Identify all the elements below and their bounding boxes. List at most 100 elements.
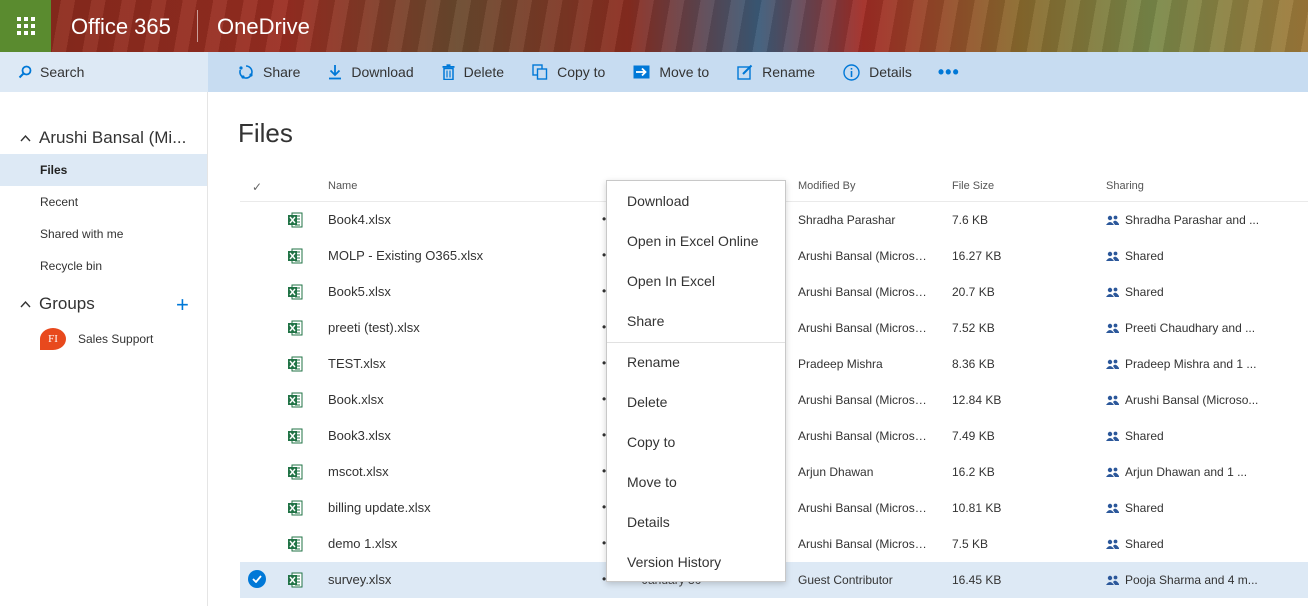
excel-file-icon [288,464,303,480]
move-to-label: Move to [659,64,710,80]
copy-to-button[interactable]: Copy to [532,64,605,80]
menu-item-rename[interactable]: Rename [607,342,785,382]
file-name[interactable]: Book.xlsx [328,392,384,407]
file-name[interactable]: mscot.xlsx [328,464,389,479]
menu-item-delete[interactable]: Delete [607,382,785,422]
file-name[interactable]: Book3.xlsx [328,428,391,443]
nav-item-files[interactable]: Files [0,154,207,186]
file-size: 16.27 KB [952,249,1002,263]
app-launcher-button[interactable] [0,0,51,52]
context-menu: Download Open in Excel Online Open In Ex… [606,180,786,582]
search-box[interactable]: Search [0,52,208,92]
nav-item-shared-with-me[interactable]: Shared with me [0,218,207,250]
file-name[interactable]: preeti (test).xlsx [328,320,420,335]
file-size: 20.7 KB [952,285,995,299]
share-button[interactable]: Share [238,64,300,80]
sharing-label: Pooja Sharma and 4 m... [1125,573,1258,587]
people-icon [1106,359,1119,369]
delete-button[interactable]: Delete [442,64,504,80]
chevron-up-icon [20,300,31,308]
sharing-label: Shared [1125,429,1164,443]
column-header-modified-by[interactable]: Modified By [798,180,855,192]
menu-item-details[interactable]: Details [607,502,785,542]
groups-section-toggle[interactable]: Groups [20,294,95,314]
delete-icon [442,64,455,80]
file-size: 7.52 KB [952,321,995,335]
sharing-status[interactable]: Pradeep Mishra and 1 ... [1106,357,1266,371]
excel-file-icon [288,572,303,588]
menu-item-move-to[interactable]: Move to [607,462,785,502]
people-icon [1106,287,1119,297]
menu-item-open-in-excel[interactable]: Open In Excel [607,261,785,301]
file-size: 7.5 KB [952,537,989,551]
select-all-checkbox[interactable]: ✓ [252,180,262,194]
menu-item-copy-to[interactable]: Copy to [607,422,785,462]
menu-item-version-history[interactable]: Version History [607,542,785,582]
chevron-up-icon [20,134,31,142]
download-button[interactable]: Download [328,64,414,80]
move-icon [633,65,650,79]
column-header-name[interactable]: Name [328,180,357,192]
add-group-button[interactable]: + [176,294,189,316]
column-header-sharing[interactable]: Sharing [1106,180,1144,192]
sharing-label: Shared [1125,249,1164,263]
file-name[interactable]: billing update.xlsx [328,500,431,515]
sharing-label: Arjun Dhawan and 1 ... [1125,465,1248,479]
modified-by: Arushi Bansal (Microso... [798,537,930,551]
excel-file-icon [288,392,303,408]
details-button[interactable]: Details [843,63,912,81]
app-title[interactable]: OneDrive [217,14,310,40]
file-name[interactable]: Book4.xlsx [328,212,391,227]
sharing-label: Shared [1125,537,1164,551]
sharing-label: Pradeep Mishra and 1 ... [1125,357,1257,371]
file-name[interactable]: Book5.xlsx [328,284,391,299]
brand-title[interactable]: Office 365 [71,14,171,40]
rename-button[interactable]: Rename [737,64,815,80]
nav-item-label: Shared with me [40,227,124,241]
sharing-status[interactable]: Shradha Parashar and ... [1106,213,1266,227]
sharing-label: Shared [1125,501,1164,515]
people-icon [1106,395,1119,405]
file-name[interactable]: TEST.xlsx [328,356,386,371]
sharing-status[interactable]: Shared [1106,249,1266,263]
people-icon [1106,467,1119,477]
excel-file-icon [288,428,303,444]
more-options-button[interactable]: ••• [938,62,960,83]
sharing-status[interactable]: Shared [1106,501,1266,515]
sharing-status[interactable]: Shared [1106,537,1266,551]
menu-item-open-in-excel-online[interactable]: Open in Excel Online [607,221,785,261]
menu-item-share[interactable]: Share [607,301,785,341]
copy-icon [532,64,548,80]
selected-check-icon[interactable] [248,570,266,588]
people-icon [1106,503,1119,513]
modified-by: Arushi Bansal (Microso... [798,321,930,335]
modified-by: Arushi Bansal (Microso... [798,501,930,515]
user-name: Arushi Bansal (Mi... [39,128,187,147]
sharing-status[interactable]: Arushi Bansal (Microso... [1106,393,1266,407]
nav-item-recycle-bin[interactable]: Recycle bin [0,250,207,282]
excel-file-icon [288,284,303,300]
sharing-status[interactable]: Shared [1106,285,1266,299]
people-icon [1106,215,1119,225]
menu-item-download[interactable]: Download [607,181,785,221]
file-size: 16.2 KB [952,465,995,479]
sharing-status[interactable]: Pooja Sharma and 4 m... [1106,573,1266,587]
sharing-status[interactable]: Shared [1106,429,1266,443]
file-name[interactable]: survey.xlsx [328,572,391,587]
move-to-button[interactable]: Move to [633,64,709,80]
search-label: Search [40,64,85,80]
info-icon [843,63,860,81]
file-name[interactable]: MOLP - Existing O365.xlsx [328,248,483,263]
nav-item-recent[interactable]: Recent [0,186,207,218]
nav-item-label: Recycle bin [40,259,103,273]
group-sales-support[interactable]: FI Sales Support [40,328,153,350]
sharing-status[interactable]: Arjun Dhawan and 1 ... [1106,465,1266,479]
file-name[interactable]: demo 1.xlsx [328,536,397,551]
excel-file-icon [288,536,303,552]
rename-label: Rename [762,64,816,80]
excel-file-icon [288,212,303,228]
user-section-toggle[interactable]: Arushi Bansal (Mi... [20,128,186,148]
column-header-file-size[interactable]: File Size [952,180,994,192]
suite-header: Office 365 OneDrive [0,0,1308,52]
sharing-status[interactable]: Preeti Chaudhary and ... [1106,321,1266,335]
